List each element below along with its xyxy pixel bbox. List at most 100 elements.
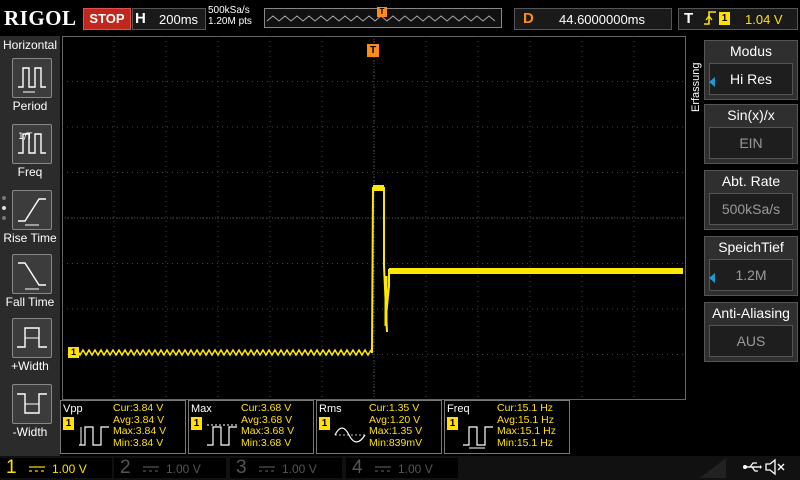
anti-aliasing-value: AUS (709, 325, 793, 357)
measurement-min: Min:3.68 V (241, 436, 292, 449)
trigger-position-marker[interactable]: T (367, 44, 379, 57)
measurement-max[interactable]: Max 1 Cur:3.68 V Avg:3.68 V Max:3.68 V M… (188, 400, 314, 454)
measurement-channel-badge: 1 (447, 417, 458, 430)
period-button[interactable] (12, 58, 52, 98)
channel-1-button[interactable]: 1 1.00 V (0, 457, 112, 478)
speaker-muted-icon[interactable] (764, 458, 786, 480)
channel-3-number: 3 (236, 457, 247, 478)
freq-measure-icon (463, 426, 493, 449)
measurement-name: Max (191, 403, 212, 415)
negative-width-icon (17, 393, 47, 414)
rise-time-label: Rise Time (3, 231, 57, 245)
measurement-rms[interactable]: Rms 1 Cur:1.35 V Avg:1.20 V Max:1.35 V M… (316, 400, 442, 454)
mode-value: Hi Res (709, 63, 793, 95)
measurement-min: Min:15.1 Hz (497, 436, 554, 449)
rising-edge-icon (703, 9, 717, 31)
rms-icon (334, 427, 366, 443)
usb-icon (742, 459, 762, 478)
memory-overview-bar[interactable]: T (264, 7, 502, 28)
measurement-name: Freq (447, 403, 470, 415)
rise-time-button[interactable] (12, 190, 52, 230)
channel-1-number: 1 (6, 457, 17, 478)
measurement-max: Max:3.84 V (113, 425, 167, 437)
positive-width-label: +Width (11, 359, 49, 373)
delay-indicator[interactable]: D 44.6000000ms (514, 8, 672, 30)
channel1-trace-high (389, 268, 683, 274)
vpp-icon (79, 426, 109, 446)
period-icon (18, 67, 46, 93)
brand-logo: RIGOL (4, 6, 77, 30)
measurement-values: Cur:3.68 V Avg:3.68 V Max:3.68 V Min:3.6… (241, 402, 295, 449)
channel1-offset-marker[interactable]: 1 (68, 347, 79, 358)
channel-2-scale: 1.00 V (166, 462, 201, 476)
status-area-divider (700, 458, 726, 478)
channel-3-scale: 1.00 V (282, 462, 317, 476)
timebase-label: H (135, 10, 146, 27)
period-label: Period (12, 99, 48, 113)
anti-aliasing-menu-item[interactable]: Anti-Aliasing AUS (704, 302, 798, 362)
measurement-values: Cur:3.84 V Avg:3.84 V Max:3.84 V Min:3.8… (113, 402, 167, 449)
positive-width-icon (17, 327, 47, 348)
measurement-channel-badge: 1 (319, 417, 330, 430)
measurement-min: Min:839mV (369, 436, 423, 449)
freq-icon: 1/T (18, 132, 46, 154)
timebase-indicator[interactable]: H 200ms (132, 8, 206, 30)
channel-4-button[interactable]: 4 1.00 V (346, 457, 458, 478)
freq-button[interactable]: 1/T (12, 124, 52, 164)
channel-4-number: 4 (352, 457, 363, 478)
anti-aliasing-title: Anti-Aliasing (712, 305, 790, 321)
waveform-display[interactable] (62, 36, 686, 400)
measurement-max: Max:3.68 V (241, 425, 295, 437)
memory-depth-value: 1.2M (709, 259, 793, 291)
channel-2-button[interactable]: 2 1.00 V (114, 457, 226, 478)
delay-label: D (523, 10, 534, 27)
memory-points: 1.20M pts (208, 16, 252, 27)
measurement-max: Max:1.35 V (369, 425, 423, 437)
sample-rate-menu-item[interactable]: Abt. Rate 500kSa/s (704, 170, 798, 230)
measurement-cur: Cur:15.1 Hz (497, 402, 554, 414)
trigger-indicator[interactable]: T 1 1.04 V (678, 8, 798, 30)
sinx-menu-item[interactable]: Sin(x)/x EIN (704, 104, 798, 164)
left-arrow-icon (709, 77, 715, 87)
fall-time-label: Fall Time (5, 295, 55, 309)
dc-coupling-icon (29, 466, 45, 472)
horizontal-panel-title: Horizontal (2, 38, 58, 52)
measurement-max: Max:15.1 Hz (497, 425, 556, 437)
memory-depth-menu-item[interactable]: SpeichTief 1.2M (704, 236, 798, 296)
measurement-name: Vpp (63, 403, 83, 415)
left-arrow-icon (709, 273, 715, 283)
delay-value: 44.6000000ms (559, 12, 646, 27)
dc-coupling-icon (259, 466, 275, 472)
measurement-channel-badge: 1 (191, 417, 202, 430)
channel-3-button[interactable]: 3 1.00 V (230, 457, 342, 478)
mode-menu-item[interactable]: Modus Hi Res (704, 40, 798, 100)
page-dots[interactable] (2, 196, 8, 220)
rise-time-icon (18, 198, 46, 226)
negative-width-button[interactable] (12, 384, 52, 424)
measurement-values: Cur:1.35 V Avg:1.20 V Max:1.35 V Min:839… (369, 402, 423, 449)
max-icon (207, 424, 237, 446)
measurement-vpp[interactable]: Vpp 1 Cur:3.84 V Avg:3.84 V Max:3.84 V M… (60, 400, 186, 454)
channel-4-scale: 1.00 V (398, 462, 433, 476)
sample-info: 500kSa/s 1.20M pts (208, 5, 252, 27)
sinx-title: Sin(x)/x (727, 107, 775, 123)
measurement-values: Cur:15.1 Hz Avg:15.1 Hz Max:15.1 Hz Min:… (497, 402, 556, 449)
measurement-freq[interactable]: Freq 1 Cur:15.1 Hz Avg:15.1 Hz Max:15.1 … (444, 400, 570, 454)
svg-text:1/T: 1/T (18, 132, 33, 142)
memory-depth-title: SpeichTief (718, 239, 784, 255)
measurement-name: Rms (319, 403, 342, 415)
acquire-menu-tab-label: Erfassung (690, 62, 702, 112)
negative-width-label: -Width (12, 425, 48, 439)
sinx-value: EIN (709, 127, 793, 159)
sample-rate: 500kSa/s (208, 5, 250, 16)
dc-coupling-icon (375, 466, 391, 472)
run-stop-button[interactable]: STOP (83, 8, 131, 30)
memory-trigger-marker: T (377, 7, 387, 17)
fall-time-button[interactable] (12, 254, 52, 294)
sample-rate-title: Abt. Rate (721, 173, 781, 189)
positive-width-button[interactable] (12, 318, 52, 358)
trigger-channel-badge: 1 (719, 12, 730, 25)
measurement-cur: Cur:3.68 V (241, 402, 292, 414)
dc-coupling-icon (143, 466, 159, 472)
channel1-trace-edge (371, 187, 390, 354)
